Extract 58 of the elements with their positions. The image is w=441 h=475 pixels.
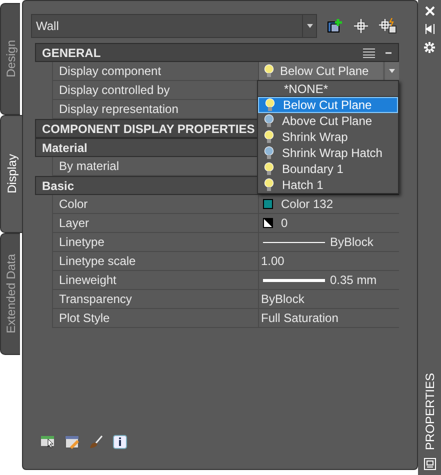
side-tab[interactable]: Display <box>0 115 23 233</box>
palette-title: PROPERTIES <box>422 372 438 450</box>
stack-plus-icon <box>327 18 343 34</box>
caret-icon <box>306 24 312 28</box>
layer-icon <box>263 218 273 228</box>
category-header[interactable]: GENERAL − <box>35 43 399 62</box>
settings-icon <box>424 42 435 53</box>
dropdown-option[interactable]: Boundary 1 <box>258 161 398 177</box>
category-title: COMPONENT DISPLAY PROPERTIES <box>42 120 255 138</box>
crosshair-icon <box>353 18 369 34</box>
property-name: Color <box>53 195 259 213</box>
toolbar-button[interactable] <box>41 436 55 448</box>
pickadd-button[interactable] <box>379 18 397 34</box>
property-name: Layer <box>53 214 259 232</box>
property-name: Transparency <box>53 290 259 308</box>
info-icon <box>113 435 127 449</box>
toolbar-button[interactable] <box>89 435 103 449</box>
side-tab[interactable]: Extended Data <box>0 233 20 355</box>
property-value: 0 <box>281 215 288 232</box>
property-name: Lineweight <box>53 271 259 289</box>
light-bulb-icon <box>264 64 274 78</box>
pin-icon <box>424 24 434 34</box>
dropdown-option[interactable]: Below Cut Plane <box>258 97 398 113</box>
crosshair-grid-icon <box>379 18 397 34</box>
selector-value: Wall <box>35 18 60 35</box>
edit-sheet-icon <box>65 435 79 449</box>
property-value: ByBlock <box>330 234 374 251</box>
close-button[interactable] <box>424 6 434 16</box>
info-button[interactable] <box>113 435 127 449</box>
property-value: Color 132 <box>281 196 334 213</box>
palette-menu-button[interactable] <box>424 458 436 470</box>
caret-icon <box>389 69 395 73</box>
category-title: GENERAL <box>42 44 101 62</box>
property-name: Plot Style <box>53 309 259 327</box>
object-type-selector[interactable]: Wall <box>31 14 317 38</box>
property-value: Full Saturation <box>261 311 338 325</box>
auto-hide-button[interactable] <box>424 24 434 34</box>
property-name: Linetype <box>53 233 259 251</box>
property-value: 0.35 mm <box>330 272 377 289</box>
property-value: ByBlock <box>261 292 304 306</box>
settings-button[interactable] <box>424 42 435 53</box>
pointer-sheet-icon <box>41 436 55 448</box>
property-value: 1.00 <box>261 254 284 268</box>
subcategory-title: Material <box>42 140 88 156</box>
panel-icon <box>424 458 436 470</box>
dropdown-arrow-button[interactable] <box>385 62 399 80</box>
dropdown-option[interactable]: Hatch 1 <box>258 177 398 193</box>
collapse-button[interactable]: − <box>384 44 392 62</box>
list-icon <box>362 48 375 58</box>
close-icon <box>424 6 434 16</box>
display-component-dropdown[interactable]: Below Cut Plane <box>259 62 383 80</box>
property-name: Linetype scale <box>53 252 259 270</box>
brush-icon <box>89 435 103 449</box>
side-tab[interactable]: Design <box>0 3 20 115</box>
subcategory-title: Basic <box>42 178 74 194</box>
select-objects-button[interactable] <box>353 18 369 34</box>
line-sample <box>263 278 325 282</box>
quick-select-button[interactable] <box>327 18 343 34</box>
